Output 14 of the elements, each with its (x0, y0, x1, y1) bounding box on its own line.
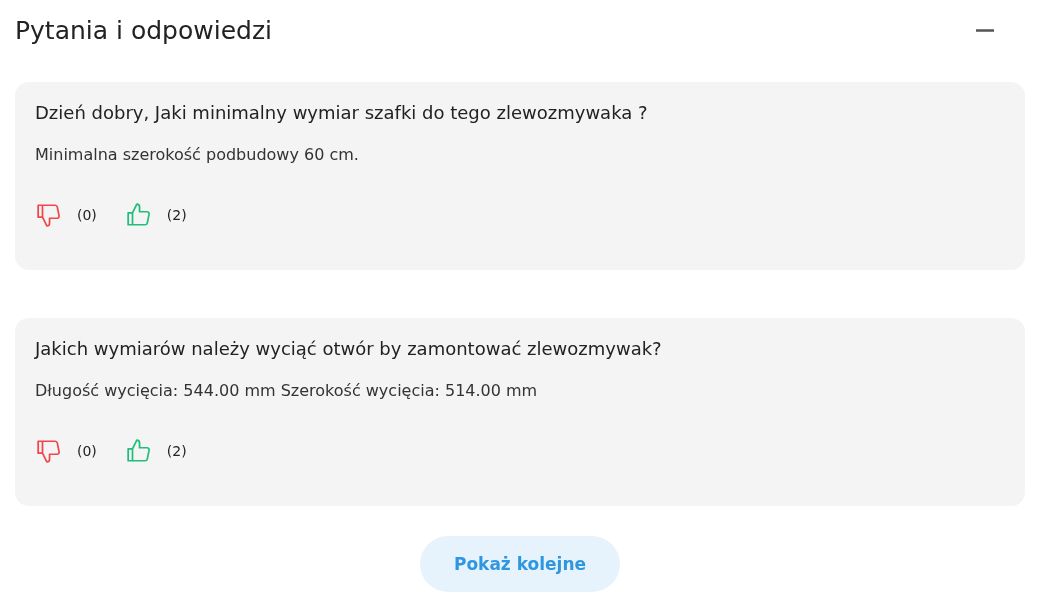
thumbs-up-icon (124, 202, 153, 228)
answer-text: Długość wycięcia: 544.00 mm Szerokość wycięcia: 514.00 mm (35, 381, 539, 400)
like-button[interactable]: (2) (124, 438, 187, 464)
like-button[interactable]: (2) (124, 202, 187, 228)
question-text: Jakich wymiarów należy wyciąć otwór by zamontować zlewozmywak? (35, 338, 663, 359)
thumbs-up-icon (124, 438, 153, 464)
thumbs-down-icon (35, 202, 63, 228)
answer-text: Minimalna szerokość podbudowy 60 cm. (35, 145, 360, 164)
section-title: Pytania i odpowiedzi (15, 15, 272, 45)
minus-icon (975, 28, 995, 32)
dislike-button[interactable]: (0) (35, 202, 97, 228)
dislike-button[interactable]: (0) (35, 438, 97, 464)
thumbs-down-icon (35, 438, 63, 464)
question-text: Dzień dobry, Jaki minimalny wymiar szafki do tego zlewozmywaka ? (35, 102, 649, 123)
